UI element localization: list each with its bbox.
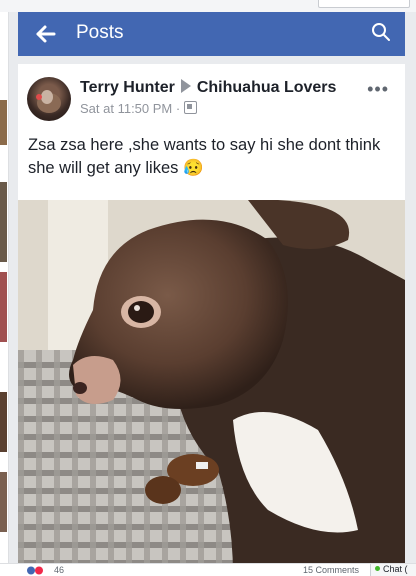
chat-label: Chat ( xyxy=(383,564,408,574)
search-icon[interactable] xyxy=(371,22,391,42)
thumbnail[interactable] xyxy=(0,100,7,145)
author-name[interactable]: Terry Hunter xyxy=(80,79,175,96)
divider xyxy=(18,56,405,64)
chat-button[interactable]: Chat ( xyxy=(370,564,416,576)
comments-count[interactable]: 15 Comments xyxy=(303,565,359,575)
thumbnail[interactable] xyxy=(0,392,7,452)
timestamp[interactable]: Sat at 11:50 PM xyxy=(80,101,172,116)
app-bar: Posts xyxy=(18,12,405,56)
separator: · xyxy=(175,101,181,116)
post-view: Posts Terry Hunter Chihuahua Lovers Sat a… xyxy=(18,12,405,575)
right-gutter xyxy=(406,12,416,575)
browser-top-strip xyxy=(0,0,416,12)
thumbnail[interactable] xyxy=(0,472,7,532)
privacy-icon xyxy=(183,101,197,114)
arrow-right-icon xyxy=(180,79,191,93)
thumbnail[interactable] xyxy=(0,272,7,342)
online-dot-icon xyxy=(375,566,380,571)
group-name[interactable]: Chihuahua Lovers xyxy=(197,79,337,96)
back-arrow-icon[interactable] xyxy=(35,23,57,45)
reaction-count[interactable]: 46 xyxy=(54,565,64,575)
avatar[interactable] xyxy=(27,77,71,121)
feed-footer: 46 15 Comments Chat ( xyxy=(0,563,416,576)
thumbnail[interactable] xyxy=(0,182,7,262)
top-button[interactable] xyxy=(318,0,410,8)
post-meta: Sat at 11:50 PM · xyxy=(80,101,197,117)
page-title: Posts xyxy=(76,22,124,43)
left-thumbnail-strip xyxy=(0,12,9,575)
more-options-icon[interactable]: ••• xyxy=(367,80,389,98)
reaction-icons[interactable] xyxy=(26,566,46,575)
chihuahua-photo[interactable] xyxy=(18,200,405,575)
post-header: Terry Hunter Chihuahua Lovers xyxy=(80,78,336,98)
post-text: Zsa zsa here ,she wants to say hi she do… xyxy=(28,136,381,177)
